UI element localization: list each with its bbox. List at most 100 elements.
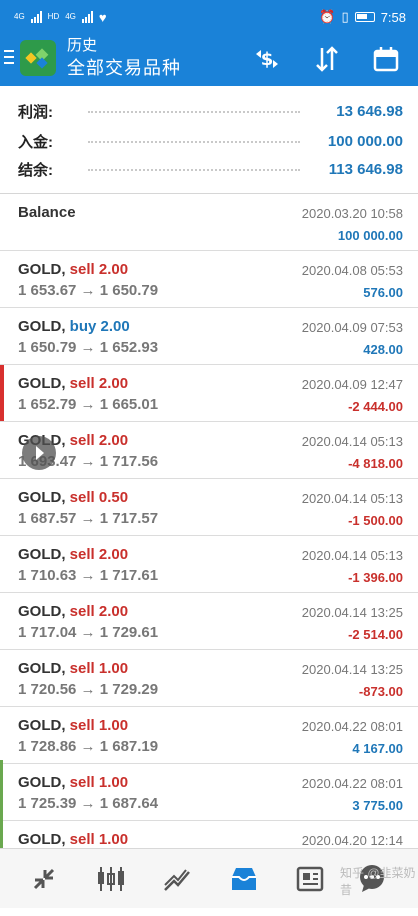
deal-row[interactable]: GOLD, sell 2.00 1 652.79 → 1 665.01 2020.0…	[0, 365, 418, 422]
trade-icon[interactable]	[157, 859, 197, 899]
floating-play-button[interactable]	[22, 436, 56, 470]
deal-row[interactable]: GOLD, sell 2.00 1 710.63 → 1 717.61 2020.0…	[0, 536, 418, 593]
summary-row-balance: 结余: 113 646.98	[0, 154, 418, 184]
deal-profit: -1 500.00	[348, 513, 403, 528]
currency-exchange-icon[interactable]: $	[252, 44, 282, 74]
deal-row[interactable]: GOLD, sell 1.00 1 728.86 → 1 687.19 2020.0…	[0, 707, 418, 764]
deposit-value: 100 000.00	[327, 132, 403, 150]
deal-time: 2020.04.08 05:53	[301, 263, 403, 278]
page-title: 历史	[67, 37, 98, 54]
deal-symbol: GOLD,	[18, 603, 66, 620]
header-titles[interactable]: 历史 全部交易品种	[67, 36, 181, 80]
deal-side-volume: sell 0.50	[69, 489, 129, 506]
deal-prices: 1 725.39 → 1 687.64	[18, 795, 159, 812]
dotted-leader	[88, 141, 300, 143]
app-header: 历史 全部交易品种 $	[0, 34, 418, 86]
deal-prices: 1 717.04 → 1 729.61	[18, 624, 159, 641]
sort-icon[interactable]	[312, 44, 342, 74]
deal-time: 2020.04.14 13:25	[301, 662, 403, 677]
deal-row[interactable]: GOLD, sell 2.001 693.47 → 1 717.562020.0…	[0, 422, 418, 479]
deal-profit: -4 818.00	[348, 456, 403, 471]
edge-indicator	[0, 760, 3, 848]
menu-icon[interactable]	[4, 50, 14, 66]
deal-row[interactable]: GOLD, sell 1.00 1 720.56 → 1 729.29 2020.0…	[0, 650, 418, 707]
calendar-icon[interactable]	[371, 44, 401, 74]
deal-symbol-side: GOLD, sell 2.00	[18, 375, 128, 392]
deal-side-volume: sell 2.00	[69, 546, 129, 563]
deal-prices: 1 652.79 → 1 665.01	[18, 396, 159, 413]
deal-side-volume: sell 1.00	[69, 717, 129, 734]
deal-prices: 1 653.67 → 1 650.79	[18, 282, 159, 299]
deal-side-volume: sell 2.00	[69, 261, 129, 278]
deal-symbol-side: GOLD, buy 2.00	[18, 318, 130, 335]
quotes-icon[interactable]	[24, 859, 64, 899]
deal-symbol: GOLD,	[18, 318, 66, 335]
deal-side-volume: buy 2.00	[69, 318, 130, 335]
network-4g-tag-2: 4G	[65, 12, 76, 21]
alarm-icon: ⏰	[319, 9, 336, 24]
signal-icon	[30, 11, 42, 23]
summary-panel: 利润: 13 646.98 入金: 100 000.00 结余: 113 646…	[0, 86, 418, 194]
network-hd-tag: HD	[47, 12, 60, 21]
symbol-filter-label[interactable]: 全部交易品种	[67, 56, 181, 80]
deal-side-volume: sell 1.00	[69, 774, 129, 791]
history-inbox-icon[interactable]	[224, 859, 264, 899]
deal-row[interactable]: GOLD, sell 0.50 1 687.57 → 1 717.57 2020.0…	[0, 479, 418, 536]
deals-list: Balance 2020.03.20 10:58 100 000.00 GOLD…	[0, 194, 418, 878]
deal-profit: 576.00	[363, 285, 403, 300]
deal-symbol: GOLD,	[18, 489, 66, 506]
deal-symbol-side: GOLD, sell 1.00	[18, 717, 128, 734]
deal-profit: -1 396.00	[348, 570, 403, 585]
deal-symbol-side: GOLD, sell 1.00	[18, 831, 128, 848]
vibrate-icon: ▯	[341, 9, 349, 24]
deal-symbol: GOLD,	[18, 717, 66, 734]
deal-prices: 1 710.63 → 1 717.61	[18, 567, 159, 584]
deal-prices: 1 687.57 → 1 717.57	[18, 510, 159, 527]
deal-side-volume: sell 2.00	[69, 432, 129, 449]
deal-time: 2020.04.20 12:14	[301, 833, 403, 848]
deal-symbol: GOLD,	[18, 774, 66, 791]
deal-time: 2020.04.22 08:01	[301, 719, 403, 734]
deal-prices: 1 650.79 → 1 652.93	[18, 339, 159, 356]
balance-value: 113 646.98	[328, 160, 403, 178]
status-indicators: 4G HD 4G ♥	[14, 10, 107, 25]
status-bar: 4G HD 4G ♥ ⏰ ▯ 7:58	[0, 0, 418, 34]
deal-symbol-side: GOLD, sell 0.50	[18, 489, 128, 506]
deal-symbol: GOLD,	[18, 261, 66, 278]
deposit-label: 入金:	[18, 133, 53, 151]
deal-prices: 1 720.56 → 1 729.29	[18, 681, 159, 698]
balance-row[interactable]: Balance 2020.03.20 10:58 100 000.00	[0, 194, 418, 251]
network-4g-tag: 4G	[14, 12, 25, 21]
deal-profit: -873.00	[358, 684, 403, 699]
deal-time: 2020.04.14 13:25	[301, 605, 403, 620]
deal-row[interactable]: GOLD, buy 2.00 1 650.79 → 1 652.93 2020.04…	[0, 308, 418, 365]
signal-icon-2	[81, 11, 93, 23]
deal-profit: 3 775.00	[352, 798, 403, 813]
chart-candles-icon[interactable]	[91, 859, 131, 899]
heart-icon: ♥	[98, 9, 107, 25]
deal-prices: 1 728.86 → 1 687.19	[18, 738, 159, 755]
deal-symbol: GOLD,	[18, 660, 66, 677]
profit-label: 利润:	[18, 103, 53, 121]
deal-row[interactable]: GOLD, sell 2.00 1 653.67 → 1 650.79 2020.0…	[0, 251, 418, 308]
metatrader-logo-icon[interactable]	[20, 40, 56, 76]
news-icon[interactable]	[290, 859, 330, 899]
deal-row[interactable]: GOLD, sell 1.00 1 725.39 → 1 687.64 2020.0…	[0, 764, 418, 821]
deal-side-volume: sell 1.00	[69, 831, 129, 848]
deal-side-volume: sell 1.00	[69, 660, 129, 677]
deal-symbol-side: GOLD, sell 2.00	[18, 603, 128, 620]
deal-row[interactable]: GOLD, sell 2.00 1 717.04 → 1 729.61 2020.0…	[0, 593, 418, 650]
summary-row-profit: 利润: 13 646.98	[0, 96, 418, 126]
balance-operation-label: Balance	[18, 204, 76, 221]
deal-time: 2020.03.20 10:58	[301, 206, 403, 221]
deal-profit: -2 514.00	[348, 627, 403, 642]
dotted-leader	[88, 169, 300, 171]
deal-profit: -2 444.00	[348, 399, 403, 414]
deal-profit: 4 167.00	[352, 741, 403, 756]
deal-symbol-side: GOLD, sell 1.00	[18, 774, 128, 791]
deal-symbol-side: GOLD, sell 2.00	[18, 546, 128, 563]
watermark-text: 知乎 @韭菜奶昔	[340, 866, 416, 897]
summary-row-deposit: 入金: 100 000.00	[0, 126, 418, 156]
deal-symbol: GOLD,	[18, 375, 66, 392]
clock-time: 7:58	[380, 9, 406, 25]
